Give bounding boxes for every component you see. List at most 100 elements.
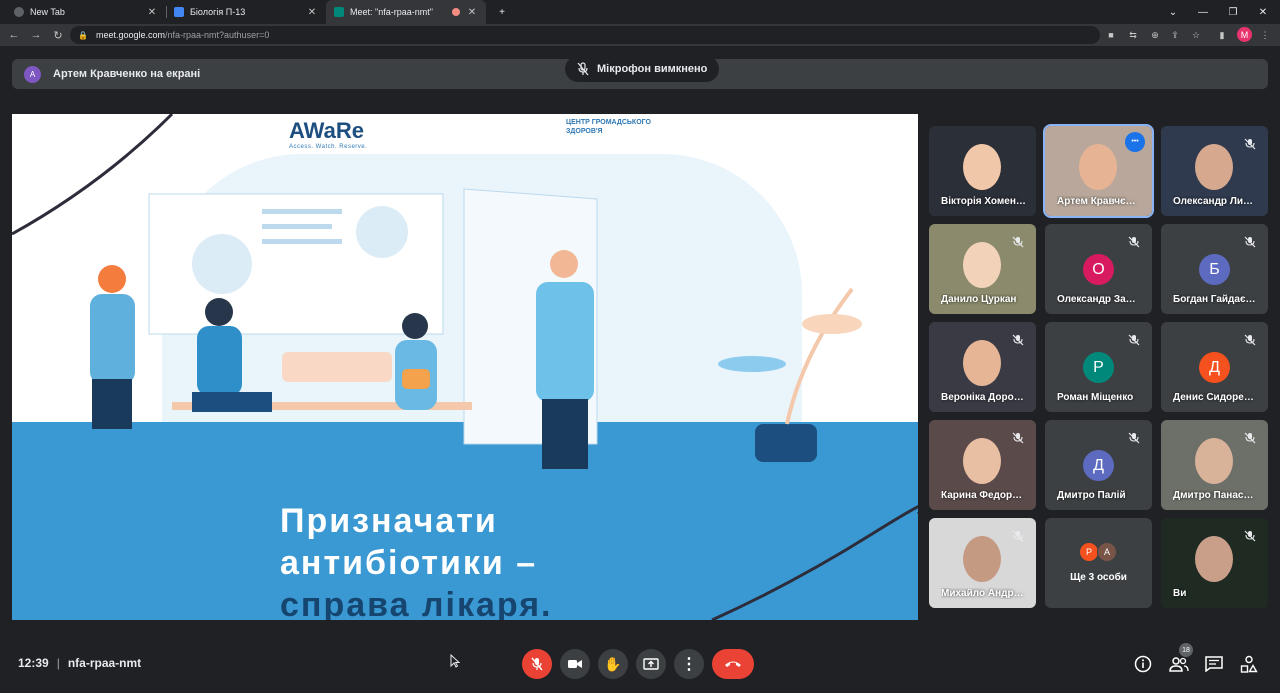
translate-icon[interactable]: ⇆ [1126, 28, 1140, 42]
menu-icon[interactable]: ⋮ [1258, 28, 1272, 42]
address-bar: ← → ↻ 🔒 meet.google.com /nfa-rpaa-nmt?au… [0, 24, 1280, 46]
participant-tile[interactable]: О Олександр За… [1045, 224, 1152, 314]
participant-name: Карина Федор… [941, 490, 1023, 501]
leave-call-button[interactable] [712, 649, 754, 679]
participant-face [1195, 438, 1233, 484]
url-path: /nfa-rpaa-nmt?authuser=0 [165, 30, 270, 40]
participant-name: Данило Цуркан [941, 294, 1017, 305]
profile-avatar[interactable]: M [1237, 27, 1252, 42]
chat-button[interactable] [1202, 652, 1226, 676]
reload-icon[interactable]: ↻ [50, 27, 66, 43]
participant-tile[interactable]: Ви [1161, 518, 1268, 608]
participant-name: Вероніка Доро… [941, 392, 1024, 403]
participant-tile[interactable]: Карина Федор… [929, 420, 1036, 510]
participant-name: Олександр Ли… [1173, 196, 1253, 207]
close-icon[interactable]: ✕ [306, 7, 318, 18]
participant-tile[interactable]: Д Дмитро Палій [1045, 420, 1152, 510]
mic-muted-icon [1244, 138, 1256, 150]
zoom-icon[interactable]: ⊕ [1148, 28, 1162, 42]
hangup-icon [725, 661, 741, 667]
mic-muted-icon [1128, 236, 1140, 248]
forward-icon[interactable]: → [28, 27, 44, 43]
tab-title: Meet: "nfa-rpaa-nmt" [350, 7, 433, 17]
participant-name: Денис Сидоре… [1173, 392, 1254, 403]
mic-muted-icon [1012, 334, 1024, 346]
mic-muted-icon [1012, 530, 1024, 542]
present-icon [643, 658, 659, 670]
more-vert-icon: ⋮ [681, 656, 697, 673]
camera-status-icon[interactable]: ■ [1104, 28, 1118, 42]
present-screen-button[interactable] [636, 649, 666, 679]
people-icon [1169, 657, 1189, 672]
meet-area: A Артем Кравченко на екрані Мікрофон вим… [0, 46, 1280, 693]
participant-name: Михайло Андр… [941, 588, 1024, 599]
participant-tile[interactable]: Олександр Ли… [1161, 126, 1268, 216]
url-field[interactable]: 🔒 meet.google.com /nfa-rpaa-nmt?authuser… [70, 26, 1100, 44]
meeting-details-button[interactable] [1131, 652, 1155, 676]
participant-tile[interactable]: Б Богдан Гайдає… [1161, 224, 1268, 314]
participant-options-icon[interactable]: ••• [1125, 132, 1145, 152]
mic-muted-icon [1244, 530, 1256, 542]
mic-off-text: Мікрофон вимкнено [597, 63, 708, 75]
participant-tile[interactable]: Р А Ще 3 особи [1045, 518, 1152, 608]
side-panel-icon[interactable]: ▮ [1215, 28, 1229, 42]
camera-toggle-button[interactable] [560, 649, 590, 679]
participant-tile[interactable]: Вероніка Доро… [929, 322, 1036, 412]
participant-tile[interactable]: Дмитро Панас… [1161, 420, 1268, 510]
meeting-controls-bar: 12:39 | nfa-rpaa-nmt ✋ ⋮ 18 [0, 640, 1280, 693]
mic-muted-icon [1244, 334, 1256, 346]
restore-icon[interactable]: ❐ [1218, 0, 1248, 24]
mic-off-icon [577, 62, 589, 76]
close-icon[interactable]: ✕ [466, 7, 478, 18]
participant-avatar: А [1097, 542, 1117, 562]
recording-indicator-icon [452, 8, 460, 16]
mic-muted-icon [1012, 236, 1024, 248]
close-icon[interactable]: ✕ [146, 7, 158, 18]
participant-avatar: Д [1199, 352, 1230, 383]
meeting-info: 12:39 | nfa-rpaa-nmt [18, 656, 142, 670]
browser-tab-new-tab[interactable]: New Tab ✕ [6, 0, 166, 24]
mouse-cursor-icon [450, 654, 460, 668]
participant-name: Дмитро Панас… [1173, 490, 1254, 501]
more-options-button[interactable]: ⋮ [674, 649, 704, 679]
participant-tile[interactable]: Михайло Андр… [929, 518, 1036, 608]
mic-muted-icon [1128, 334, 1140, 346]
participant-tile[interactable]: Артем Кравчє… ••• [1043, 124, 1154, 218]
lock-icon: 🔒 [78, 30, 88, 40]
chat-icon [1205, 656, 1223, 672]
participant-avatar: Р [1083, 352, 1114, 383]
activities-button[interactable] [1237, 652, 1261, 676]
participant-name: Роман Міщенко [1057, 392, 1134, 403]
tab-title: Біологія П-13 [190, 7, 246, 17]
current-time: 12:39 [18, 656, 49, 670]
participant-tile[interactable]: Данило Цуркан [929, 224, 1036, 314]
other-participants-avatars: РА [1079, 542, 1117, 562]
more-participants-label: Ще 3 особи [1070, 572, 1127, 583]
browser-tab-bar: New Tab ✕ Біологія П-13 ✕ Meet: "nfa-rpa… [0, 0, 1280, 24]
share-icon[interactable]: ⇪ [1168, 28, 1182, 42]
microphone-toggle-button[interactable] [522, 649, 552, 679]
info-icon [1134, 655, 1152, 673]
window-close-icon[interactable]: ✕ [1248, 0, 1278, 24]
mic-off-icon [531, 657, 543, 671]
participant-face [963, 340, 1001, 386]
back-icon[interactable]: ← [6, 27, 22, 43]
participant-tile[interactable]: Р Роман Міщенко [1045, 322, 1152, 412]
hand-icon: ✋ [604, 655, 622, 672]
participant-face [963, 242, 1001, 288]
participant-name: Вікторія Хомен… [941, 196, 1026, 207]
participant-tile[interactable]: Вікторія Хомен… [929, 126, 1036, 216]
participant-face [963, 438, 1001, 484]
browser-tab-meet[interactable]: Meet: "nfa-rpaa-nmt" ✕ [326, 0, 486, 24]
raise-hand-button[interactable]: ✋ [598, 649, 628, 679]
new-tab-button[interactable]: + [487, 0, 517, 24]
caption-line-2: антибіотики – [280, 544, 538, 582]
participant-name: Олександр За… [1057, 294, 1136, 305]
browser-tab-biology[interactable]: Біологія П-13 ✕ [166, 0, 326, 24]
mic-muted-icon [1244, 236, 1256, 248]
participant-tile[interactable]: Д Денис Сидоре… [1161, 322, 1268, 412]
minimize-icon[interactable]: — [1188, 0, 1218, 24]
bookmark-star-icon[interactable]: ☆ [1189, 28, 1203, 42]
presenter-text: Артем Кравченко на екрані [53, 68, 201, 80]
tab-search-icon[interactable]: ⌄ [1158, 0, 1188, 24]
